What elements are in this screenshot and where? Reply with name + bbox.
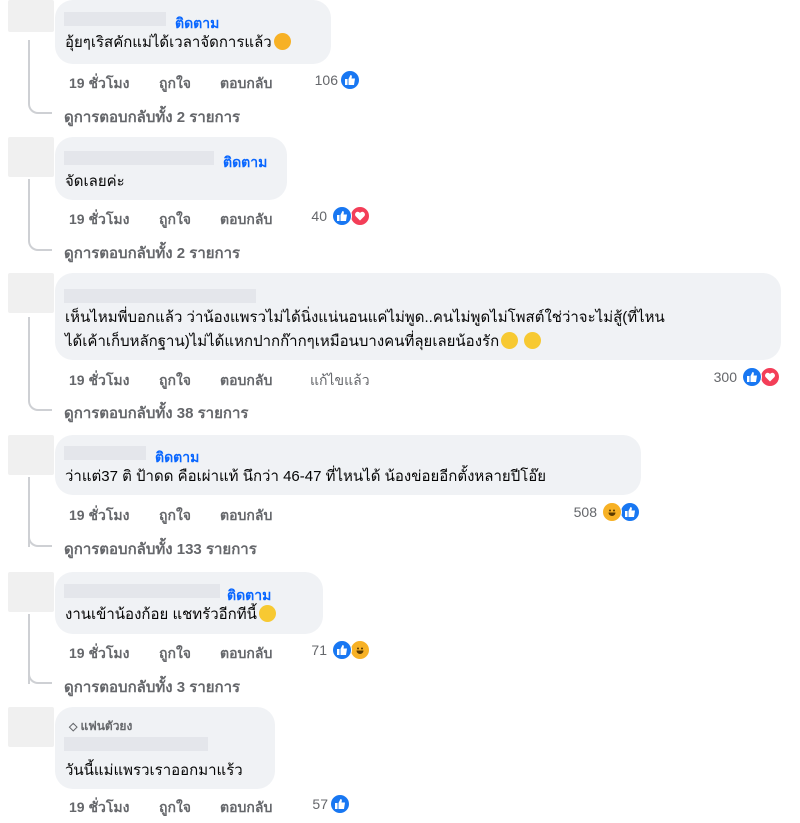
reaction-summary[interactable]: 71 [290,640,370,662]
like-icon [620,502,640,522]
like-icon [742,367,762,387]
avatar[interactable] [8,707,54,747]
reply-button[interactable]: ตอบกลับ [220,73,272,95]
comment-bubble: ติดตาม ว่าแต่37 ติ ป้าดด คือเผ่าแท้ นึกว… [55,435,641,495]
reaction-summary[interactable]: 106 [300,70,360,92]
reaction-summary[interactable]: 300 [690,367,780,389]
haha-icon [350,640,370,660]
timestamp[interactable]: 19 ชั่วโมง [69,370,129,392]
avatar[interactable] [8,0,54,32]
comment-actions: 19 ชั่วโมง ถูกใจ ตอบกลับ แก้ไขแล้ว [69,370,469,390]
like-icon [332,640,352,660]
reaction-count: 71 [311,642,327,658]
rofl-emoji [273,33,291,50]
timestamp[interactable]: 19 ชั่วโมง [69,505,129,527]
reply-connector [28,227,52,251]
diamond-icon: ◇ [69,721,78,733]
like-button[interactable]: ถูกใจ [159,797,191,819]
reply-button[interactable]: ตอบกลับ [220,370,272,392]
view-replies-link[interactable]: ดูการตอบกลับทั้ง 2 รายการ [64,241,240,265]
view-replies-link[interactable]: ดูการตอบกลับทั้ง 2 รายการ [64,105,240,129]
smirk-emoji [501,332,519,349]
timestamp[interactable]: 19 ชั่วโมง [69,797,129,819]
reply-connector [28,90,52,114]
follow-button[interactable]: ติดตาม [223,152,267,174]
comment-text-line-1: เห็นไหมพี่บอกแล้ว ว่าน้องแพรวไม่ได้นิ่งแ… [65,309,665,326]
like-icon [332,206,352,226]
timestamp[interactable]: 19 ชั่วโมง [69,209,129,231]
author-name-redacted[interactable] [64,584,220,598]
comment-text: งานเข้าน้องก้อย แชทรัวอีกทีนี้ [65,604,276,626]
reply-connector [28,523,52,547]
comment-text: อุ้ยๆเริสคักแม่ได้เวลาจัดการแล้ว [65,32,291,54]
love-icon [760,367,780,387]
reply-button[interactable]: ตอบกลับ [220,209,272,231]
comment-bubble: ติดตาม จัดเลยค่ะ [55,137,287,200]
comment-text: จัดเลยค่ะ [65,173,125,190]
reaction-count: 508 [573,504,597,520]
reaction-count: 300 [713,369,737,385]
avatar[interactable] [8,435,54,475]
view-replies-link[interactable]: ดูการตอบกลับทั้ง 3 รายการ [64,675,240,699]
love-icon [350,206,370,226]
reaction-summary[interactable]: 57 [290,794,350,816]
reaction-count: 40 [311,208,327,224]
like-button[interactable]: ถูกใจ [159,643,191,665]
comment-bubble: ติดตาม อุ้ยๆเริสคักแม่ได้เวลาจัดการแล้ว [55,0,331,64]
haha-icon [602,502,622,522]
reaction-count: 57 [312,796,328,812]
reaction-count: 106 [314,72,338,88]
comment-text: ว่าแต่37 ติ ป้าดด คือเผ่าแท้ นึกว่า 46-4… [65,468,547,485]
like-icon [330,794,350,814]
edited-label: แก้ไขแล้ว [310,372,370,388]
comment-actions: 19 ชั่วโมง ถูกใจ ตอบกลับ [69,505,369,525]
smirk-emoji [524,332,542,349]
like-icon [340,70,360,90]
view-replies-link[interactable]: ดูการตอบกลับทั้ง 38 รายการ [64,401,248,425]
like-button[interactable]: ถูกใจ [159,209,191,231]
reply-button[interactable]: ตอบกลับ [220,505,272,527]
timestamp[interactable]: 19 ชั่วโมง [69,643,129,665]
reply-button[interactable]: ตอบกลับ [220,797,272,819]
thread-line [28,317,30,397]
author-name-redacted[interactable] [64,289,256,303]
reaction-summary[interactable]: 508 [550,502,640,524]
like-button[interactable]: ถูกใจ [159,73,191,95]
comment-text-line-2: ได้เค้าเก็บหลักฐาน)ไม่ได้แหกปากก๊ากๆเหมื… [65,331,542,353]
view-replies-link[interactable]: ดูการตอบกลับทั้ง 133 รายการ [64,537,257,561]
reply-button[interactable]: ตอบกลับ [220,643,272,665]
avatar[interactable] [8,572,54,612]
avatar[interactable] [8,273,54,313]
like-button[interactable]: ถูกใจ [159,370,191,392]
like-button[interactable]: ถูกใจ [159,505,191,527]
comment-bubble: ติดตาม งานเข้าน้องก้อย แชทรัวอีกทีนี้ [55,572,323,634]
comment-bubble: เห็นไหมพี่บอกแล้ว ว่าน้องแพรวไม่ได้นิ่งแ… [55,273,781,360]
author-name-redacted[interactable] [64,446,146,460]
reply-connector [28,387,52,411]
timestamp[interactable]: 19 ชั่วโมง [69,73,129,95]
author-name-redacted[interactable] [64,151,214,165]
grin-emoji [258,605,276,622]
avatar[interactable] [8,137,54,177]
comment-text: วันนี้แม่แพรวเราออกมาแร้ว [65,762,243,779]
reaction-summary[interactable]: 40 [290,206,370,228]
reply-connector [28,660,52,684]
author-name-redacted[interactable] [64,737,208,751]
top-fan-badge: ◇ แฟนตัวยง [69,719,133,733]
comment-bubble: ◇ แฟนตัวยง วันนี้แม่แพรวเราออกมาแร้ว [55,707,275,789]
author-name-redacted[interactable] [64,12,166,26]
